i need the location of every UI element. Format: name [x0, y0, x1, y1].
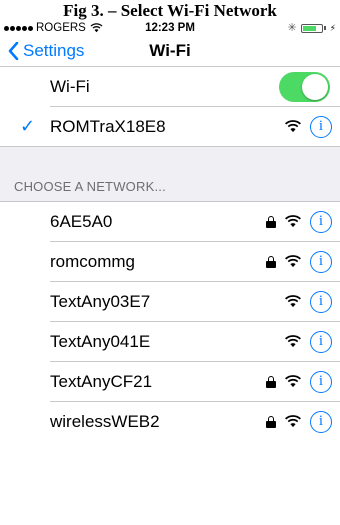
connected-network-row[interactable]: ✓ ROMTraX18E8 i [0, 107, 340, 146]
section-header: CHOOSE A NETWORK... [14, 179, 166, 194]
network-row[interactable]: TextAny041E i [0, 322, 340, 361]
network-name: TextAny041E [50, 331, 151, 351]
wifi-toggle-row: Wi-Fi [0, 67, 340, 106]
network-row[interactable]: romcommg i [0, 242, 340, 281]
wifi-signal-icon [285, 335, 301, 348]
info-icon[interactable]: i [310, 330, 332, 353]
charging-icon: ⚡ [329, 23, 336, 33]
info-icon[interactable]: i [310, 115, 332, 138]
lock-icon [266, 415, 276, 428]
network-name: TextAny03E7 [50, 291, 151, 311]
network-name: TextAnyCF21 [50, 371, 153, 391]
section-gap: CHOOSE A NETWORK... [0, 146, 340, 202]
navigation-bar: Settings Wi-Fi [0, 36, 340, 67]
page-title: Wi-Fi [149, 41, 191, 60]
figure-caption: Fig 3. – Select Wi-Fi Network [63, 1, 277, 20]
wifi-signal-icon [285, 255, 301, 268]
lock-icon [266, 375, 276, 388]
wifi-signal-icon [285, 415, 301, 428]
wifi-signal-icon [285, 120, 301, 133]
info-icon[interactable]: i [310, 210, 332, 233]
checkmark-icon: ✓ [20, 116, 36, 136]
info-icon[interactable]: i [310, 370, 332, 393]
network-name: romcommg [50, 251, 136, 271]
network-name: ROMTraX18E8 [50, 116, 166, 136]
lock-icon [266, 215, 276, 228]
network-row[interactable]: TextAnyCF21 i [0, 362, 340, 401]
network-row[interactable]: 6AE5A0 i [0, 202, 340, 241]
lock-icon [266, 255, 276, 268]
bluetooth-icon: ✳ [287, 22, 297, 34]
network-name: 6AE5A0 [50, 211, 113, 231]
wifi-toggle-switch[interactable] [279, 72, 330, 102]
network-list: 6AE5A0 i romcommg i TextAny03E7 i TextAny041E i… [0, 202, 340, 441]
wifi-signal-icon [285, 215, 301, 228]
wifi-toggle-label: Wi-Fi [50, 76, 90, 96]
clock: 12:23 PM [145, 22, 195, 34]
network-row[interactable]: TextAny03E7 i [0, 282, 340, 321]
info-icon[interactable]: i [310, 410, 332, 433]
status-bar: ROGERS 12:23 PM ✳ ⚡ [4, 20, 336, 36]
network-name: wirelessWEB2 [50, 411, 160, 431]
wifi-signal-icon [285, 295, 301, 308]
info-icon[interactable]: i [310, 290, 332, 313]
wifi-signal-icon [285, 375, 301, 388]
network-row[interactable]: wirelessWEB2 i [0, 402, 340, 441]
info-icon[interactable]: i [310, 250, 332, 273]
battery-icon [300, 23, 323, 33]
